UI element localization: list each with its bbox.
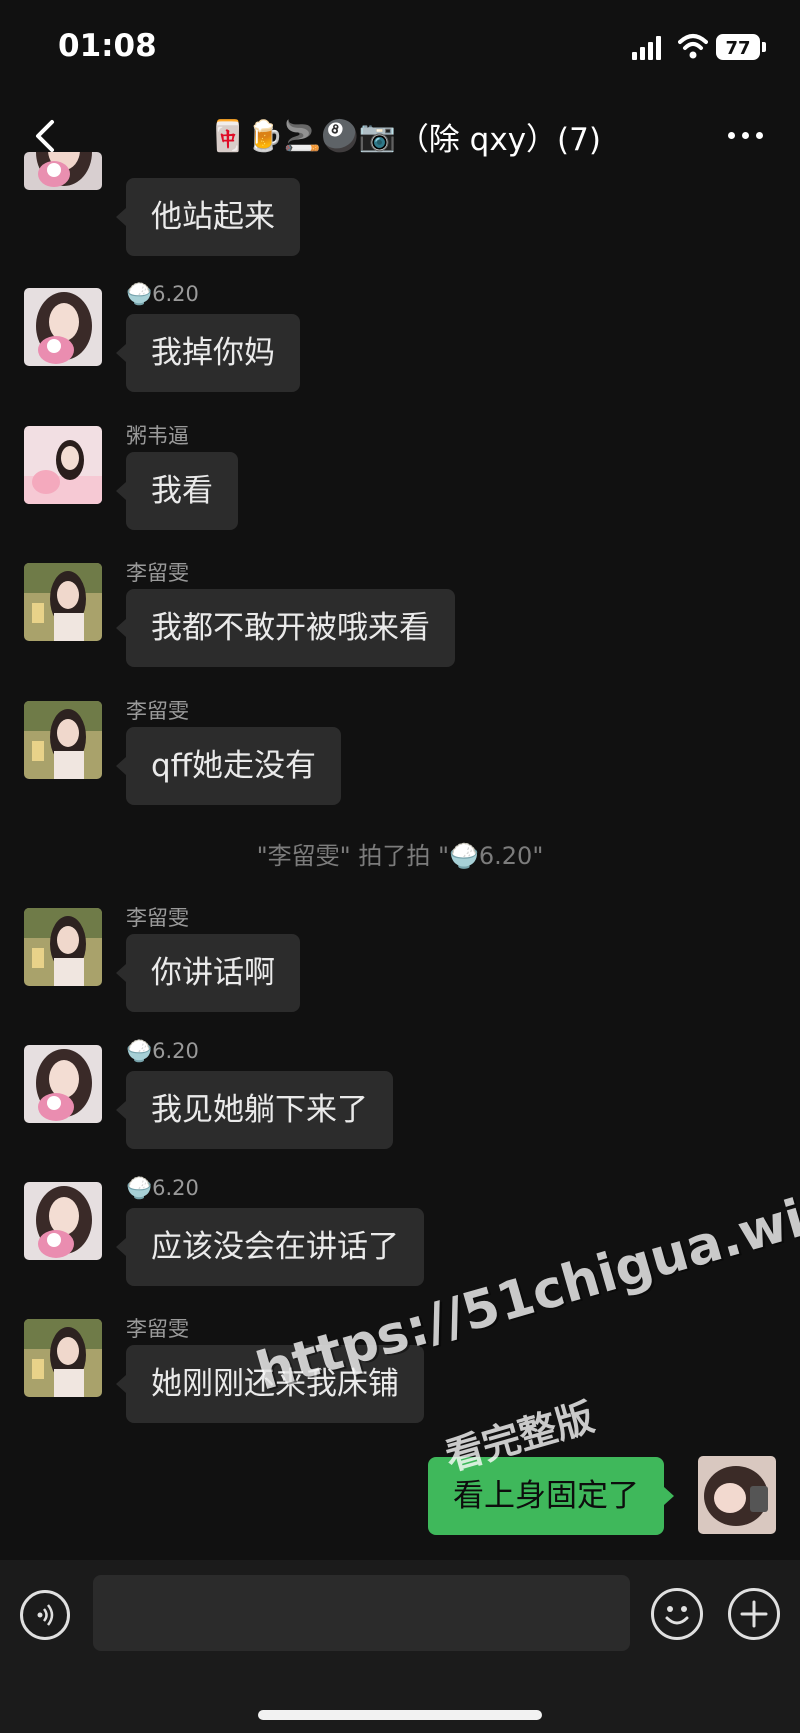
sender-name: 李留雯 <box>126 699 189 723</box>
sender-name: 李留雯 <box>126 561 189 585</box>
sender-name: 粥韦逼 <box>126 424 189 448</box>
input-bar <box>0 1560 800 1733</box>
sender-name: 🍚6.20 <box>126 1039 199 1063</box>
message-bubble[interactable]: 你讲话啊 <box>116 934 300 1012</box>
message-bubble[interactable]: 他站起来 <box>116 178 300 256</box>
more-icon[interactable] <box>724 124 768 148</box>
voice-icon[interactable] <box>20 1590 70 1640</box>
emoji-icon[interactable] <box>651 1588 703 1640</box>
message-bubble[interactable]: 应该没会在讲话了 <box>116 1208 424 1286</box>
message-bubble[interactable]: 她刚刚还来我床铺 <box>116 1345 424 1423</box>
avatar[interactable] <box>24 1319 102 1397</box>
avatar[interactable] <box>24 701 102 779</box>
avatar[interactable] <box>24 1045 102 1123</box>
message-bubble[interactable]: 我见她躺下来了 <box>116 1071 393 1149</box>
battery-indicator: 77 <box>716 34 760 60</box>
message-bubble[interactable]: 我看 <box>116 452 238 530</box>
sender-name: 李留雯 <box>126 1317 189 1341</box>
avatar[interactable] <box>24 152 102 190</box>
title-text: （除 qxy）(7) <box>397 121 601 158</box>
avatar[interactable] <box>24 426 102 504</box>
avatar[interactable] <box>24 1182 102 1260</box>
cellular-signal-icon <box>632 36 666 60</box>
message-bubble[interactable]: qff她走没有 <box>115 727 342 805</box>
message-input[interactable] <box>93 1575 630 1651</box>
home-indicator[interactable] <box>258 1710 542 1720</box>
sender-name: 🍚6.20 <box>126 1176 199 1200</box>
chat-header: 🀄🍺🚬🎱📷 （除 qxy）(7) <box>0 96 800 176</box>
title-emoji: 🀄🍺🚬🎱📷 <box>209 118 396 154</box>
battery-tip <box>762 42 766 52</box>
avatar[interactable] <box>24 908 102 986</box>
status-bar: 01:08 77 <box>0 0 800 96</box>
chat-title: 🀄🍺🚬🎱📷 （除 qxy）(7) <box>190 114 620 158</box>
avatar[interactable] <box>24 563 102 641</box>
status-time: 01:08 <box>58 28 157 64</box>
message-bubble[interactable]: 我掉你妈 <box>116 314 300 392</box>
system-message: "李留雯" 拍了拍 "🍚6.20" <box>256 842 544 870</box>
my-message-bubble[interactable]: 看上身固定了 <box>428 1457 674 1535</box>
sender-name: 李留雯 <box>126 906 189 930</box>
plus-icon[interactable] <box>728 1588 780 1640</box>
my-avatar[interactable] <box>698 1456 776 1534</box>
avatar[interactable] <box>24 288 102 366</box>
sender-name: 🍚6.20 <box>126 282 199 306</box>
message-bubble[interactable]: 我都不敢开被哦来看 <box>116 589 455 667</box>
wifi-icon <box>678 34 708 59</box>
